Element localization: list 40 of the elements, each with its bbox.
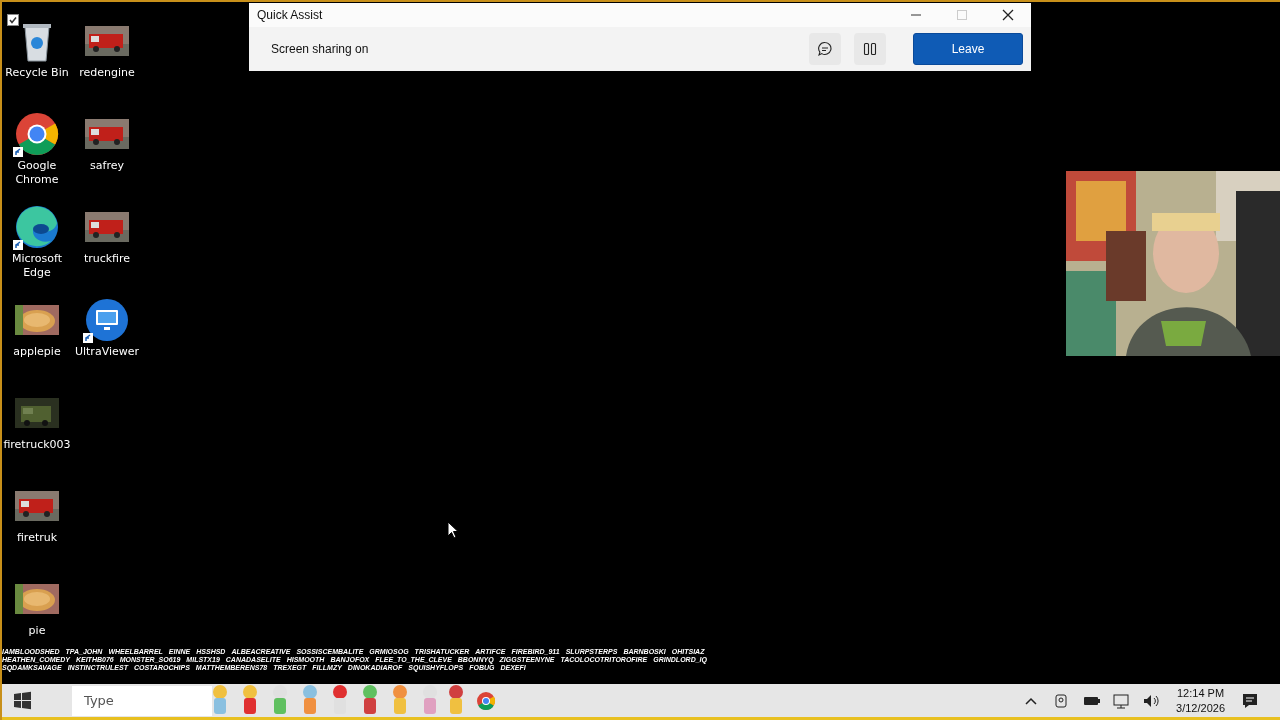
icon-label: safrey [89,159,125,173]
edge-icon[interactable] [15,205,59,249]
desktop-icon[interactable]: Google Chrome [2,107,72,187]
search-placeholder: Type [84,693,114,708]
clock-time: 12:14 PM [1177,685,1225,701]
icon-label: applepie [12,345,62,359]
icon-label: pie [27,624,47,638]
icon-label: Google Chrome [14,159,60,187]
desktop-icon[interactable]: UltraViewer [72,293,142,359]
search-field[interactable]: Type [72,685,212,716]
mouse-pointer-icon [447,521,459,539]
chat-button[interactable] [809,33,841,65]
desktop-icon[interactable]: truckfire [72,200,142,266]
pause-icon [862,41,878,57]
desktop-icon[interactable]: firetruck003 [2,386,72,452]
leave-button[interactable]: Leave [913,33,1023,65]
icon-label: firetruck003 [2,438,72,452]
icon-label: UltraViewer [73,345,141,359]
chrome-icon[interactable] [15,112,59,156]
icon-label: Recycle Bin [4,66,70,80]
icon-label: firetruk [15,531,59,545]
pause-button[interactable] [854,33,886,65]
desktop-icon[interactable]: redengine [72,14,142,80]
chat-icon [817,41,833,57]
icon-label: redengine [78,66,136,80]
icon-label: Microsoft Edge [10,252,64,280]
checkmark-icon [8,15,18,25]
desktop-icon[interactable]: pie [2,572,72,638]
clock-date: 3/12/2026 [1176,700,1225,716]
desktop-icon[interactable]: applepie [2,293,72,359]
monitor-icon[interactable] [85,298,129,342]
window-title: Quick Assist [257,8,323,22]
desktop-icon[interactable]: firetruk [2,479,72,545]
desktop-icon[interactable]: safrey [72,107,142,173]
desktop-icon[interactable]: Recycle Bin [2,14,72,80]
desktop-icon[interactable]: Microsoft Edge [2,200,72,280]
icon-label: truckfire [82,252,132,266]
status-text: Screen sharing on [271,42,370,56]
checkbox[interactable] [7,14,19,26]
clock[interactable]: 12:14 PM 3/12/2026 [1176,685,1225,716]
